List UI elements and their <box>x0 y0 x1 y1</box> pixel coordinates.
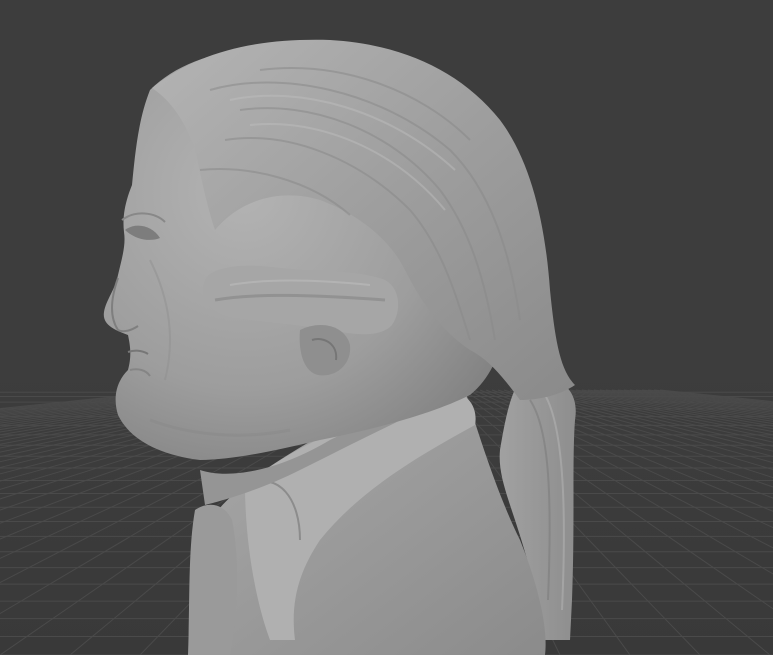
cravat <box>188 504 238 655</box>
sculpted-bust-model[interactable] <box>0 0 773 655</box>
3d-viewport[interactable] <box>0 0 773 655</box>
